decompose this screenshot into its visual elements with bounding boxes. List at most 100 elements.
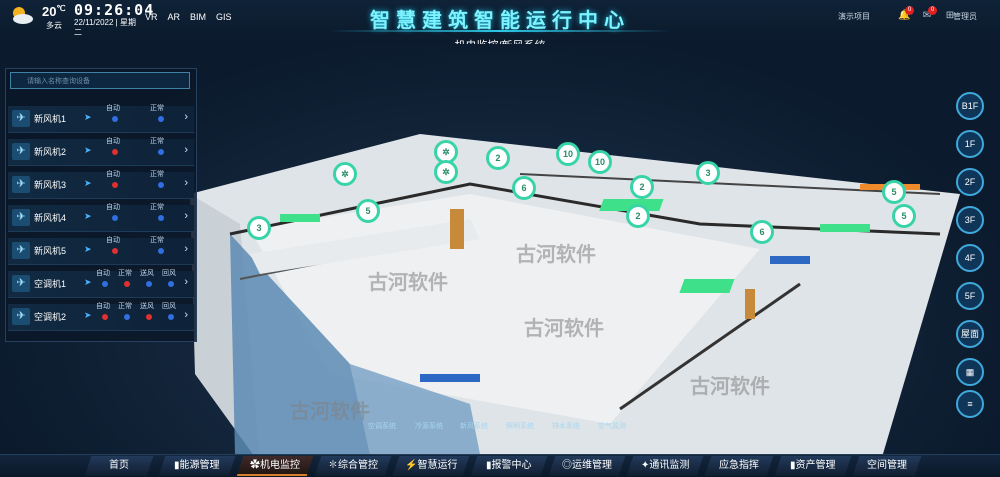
- device-marker[interactable]: 2: [486, 146, 510, 170]
- device-marker[interactable]: 3: [696, 161, 720, 185]
- status-label: 正常: [150, 237, 164, 244]
- mode-dot: [102, 314, 108, 320]
- locate-icon[interactable]: ➤: [84, 244, 92, 255]
- locate-icon[interactable]: ➤: [84, 211, 92, 222]
- mode-label: 自动: [96, 303, 110, 310]
- weather-text: 多云: [46, 21, 62, 30]
- locate-icon[interactable]: ➤: [84, 145, 92, 156]
- device-row[interactable]: ✈ 新风机2 ➤ 自动 正常 ›: [8, 138, 194, 166]
- locate-icon[interactable]: ➤: [84, 277, 92, 288]
- chevron-right-icon[interactable]: ›: [184, 276, 188, 288]
- cloudy-icon: [8, 4, 36, 26]
- chevron-right-icon[interactable]: ›: [184, 111, 188, 123]
- return-label: 回风: [162, 270, 176, 277]
- device-marker[interactable]: 6: [512, 176, 536, 200]
- legend-item[interactable]: 冷源系统: [415, 422, 443, 432]
- legend-item[interactable]: 空调系统: [368, 422, 396, 432]
- tab-alarm-center[interactable]: ▮报警中心: [470, 456, 548, 476]
- tab-communication[interactable]: ✦通讯监测: [626, 456, 704, 476]
- nav-bim[interactable]: BIM: [190, 12, 206, 22]
- floor-button[interactable]: 屋面: [956, 320, 984, 348]
- legend-item[interactable]: 新风系统: [460, 422, 488, 432]
- device-marker[interactable]: 10: [588, 150, 612, 174]
- nav-gis[interactable]: GIS: [216, 12, 232, 22]
- tab-smart-operation[interactable]: ⚡智慧运行: [392, 456, 470, 476]
- tab-integrated-control[interactable]: ✽综合管控: [314, 456, 392, 476]
- tab-energy[interactable]: ▮能源管理: [158, 456, 236, 476]
- supply-dot: [146, 281, 152, 287]
- device-icon: ✈: [12, 176, 30, 193]
- device-marker[interactable]: 6: [750, 220, 774, 244]
- device-row[interactable]: ✈ 新风机1 ➤ 自动 正常 ›: [8, 105, 194, 133]
- status-dot: [158, 215, 164, 221]
- device-row[interactable]: ✈ 空调机1 ➤ 自动 正常 送风 回风 ›: [8, 270, 194, 298]
- device-marker[interactable]: 5: [892, 204, 916, 228]
- floor-button[interactable]: 5F: [956, 282, 984, 310]
- mode-label: 自动: [106, 138, 120, 145]
- device-name: 新风机3: [34, 180, 67, 190]
- floor-button[interactable]: 3F: [956, 206, 984, 234]
- return-dot: [168, 281, 174, 287]
- tab-mep-monitoring[interactable]: ✿机电监控: [236, 456, 314, 476]
- nav-vr[interactable]: VR: [145, 12, 158, 22]
- device-marker[interactable]: 10: [556, 142, 580, 166]
- search-input[interactable]: 请输入名称查询设备: [10, 72, 190, 89]
- user-name[interactable]: 管理员: [953, 11, 977, 22]
- device-marker[interactable]: 2: [626, 204, 650, 228]
- chevron-right-icon[interactable]: ›: [184, 309, 188, 321]
- device-icon: ✈: [12, 209, 30, 226]
- chevron-right-icon[interactable]: ›: [184, 210, 188, 222]
- fan-icon[interactable]: ✲: [434, 160, 458, 184]
- tab-assets[interactable]: ▮资产管理: [774, 456, 852, 476]
- device-row[interactable]: ✈ 新风机3 ➤ 自动 正常 ›: [8, 171, 194, 199]
- device-name: 新风机1: [34, 114, 67, 124]
- device-name: 新风机4: [34, 213, 67, 223]
- chevron-right-icon[interactable]: ›: [184, 243, 188, 255]
- tab-maintenance[interactable]: ◎运维管理: [548, 456, 626, 476]
- nav-ar[interactable]: AR: [168, 12, 181, 22]
- menu-icon[interactable]: ≡: [956, 390, 984, 418]
- device-row[interactable]: ✈ 新风机5 ➤ 自动 正常 ›: [8, 237, 194, 265]
- supply-dot: [146, 314, 152, 320]
- locate-icon[interactable]: ➤: [84, 178, 92, 189]
- device-row[interactable]: ✈ 新风机4 ➤ 自动 正常 ›: [8, 204, 194, 232]
- tab-home[interactable]: 首页: [84, 456, 154, 476]
- return-label: 回风: [162, 303, 176, 310]
- device-marker[interactable]: 2: [630, 175, 654, 199]
- supply-label: 送风: [140, 303, 154, 310]
- device-marker[interactable]: 5: [356, 199, 380, 223]
- date: 22/11/2022 | 星期: [74, 18, 136, 27]
- chevron-right-icon[interactable]: ›: [184, 177, 188, 189]
- watermark: 古河软件: [290, 401, 370, 423]
- status-dot: [158, 116, 164, 122]
- page-title: 智慧建筑智能运行中心: [370, 10, 630, 32]
- floor-button[interactable]: 1F: [956, 130, 984, 158]
- mode-label: 自动: [96, 270, 110, 277]
- status-label: 正常: [150, 105, 164, 112]
- chevron-right-icon[interactable]: ›: [184, 144, 188, 156]
- status-dot: [124, 281, 130, 287]
- legend-item[interactable]: 照明系统: [506, 422, 534, 432]
- legend-item[interactable]: 空气监测: [598, 422, 626, 432]
- device-marker[interactable]: 5: [882, 180, 906, 204]
- locate-icon[interactable]: ➤: [84, 310, 92, 321]
- locate-icon[interactable]: ➤: [84, 112, 92, 123]
- layers-icon[interactable]: ▦: [956, 358, 984, 386]
- status-dot: [124, 314, 130, 320]
- fan-icon[interactable]: ✲: [333, 162, 357, 186]
- floor-button[interactable]: 2F: [956, 168, 984, 196]
- floor-button[interactable]: B1F: [956, 92, 984, 120]
- device-marker[interactable]: 3: [247, 216, 271, 240]
- tab-space[interactable]: 空间管理: [852, 456, 922, 476]
- status-label: 正常: [150, 204, 164, 211]
- project-selector[interactable]: 演示项目: [838, 11, 870, 22]
- tab-emergency[interactable]: 应急指挥: [704, 456, 774, 476]
- floor-button[interactable]: 4F: [956, 244, 984, 272]
- device-row[interactable]: ✈ 空调机2 ➤ 自动 正常 送风 回风 ›: [8, 303, 194, 331]
- return-dot: [168, 314, 174, 320]
- supply-label: 送风: [140, 270, 154, 277]
- mode-dot: [112, 248, 118, 254]
- mode-label: 自动: [106, 204, 120, 211]
- status-label: 正常: [150, 171, 164, 178]
- legend-item[interactable]: 排水系统: [552, 422, 580, 432]
